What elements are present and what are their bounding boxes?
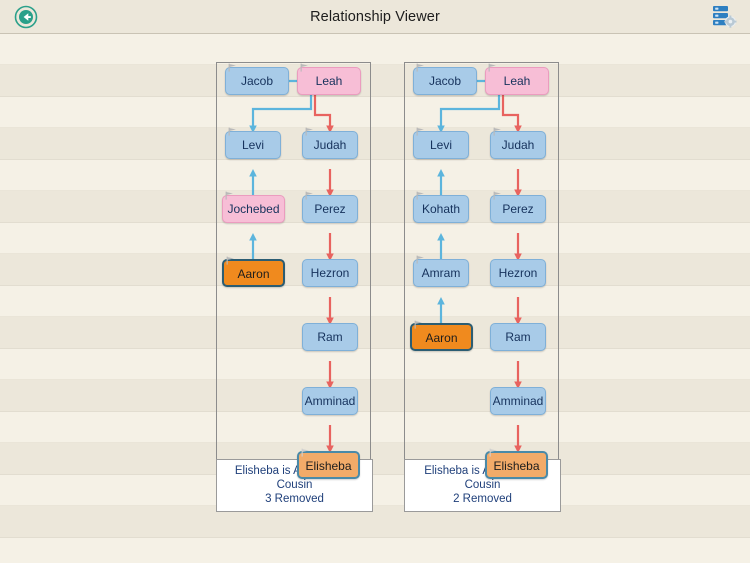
node-marker-icon [305, 127, 313, 136]
node-amminad[interactable]: Amminad [490, 387, 546, 415]
node-marker-icon [225, 191, 233, 200]
node-marker-icon [416, 127, 424, 136]
node-label: Judah [501, 138, 535, 152]
node-marker-icon [300, 63, 308, 72]
node-label: Aaron [425, 331, 458, 345]
node-label: Elisheba [305, 459, 352, 473]
node-label: Amram [421, 266, 461, 280]
node-kohath[interactable]: Kohath [413, 191, 469, 223]
node-marker-icon [414, 320, 422, 329]
node-marker-icon [493, 191, 501, 200]
node-marker-icon [301, 448, 309, 457]
database-settings-button[interactable] [710, 4, 738, 30]
arrowhead-jochebed [249, 233, 257, 241]
node-label: Aaron [237, 267, 270, 281]
node-marker-icon [489, 448, 497, 457]
node-label: Ram [317, 330, 343, 344]
node-judah[interactable]: Judah [490, 127, 546, 159]
left-relationship-chart-panel[interactable]: Jacob Leah Levi Judah Jochebed Perez Aar… [216, 62, 373, 512]
node-hezron[interactable]: Hezron [490, 259, 546, 287]
node-label: Kohath [421, 202, 461, 216]
arrowhead-kohath [437, 233, 445, 241]
node-label: Leah [503, 74, 531, 88]
node-judah[interactable]: Judah [302, 127, 358, 159]
node-elisheba-highlighted[interactable]: Elisheba [485, 448, 548, 479]
node-label: Hezron [498, 266, 538, 280]
node-marker-icon [416, 255, 424, 264]
node-aaron-highlighted[interactable]: Aaron [410, 320, 473, 351]
node-label: Leah [315, 74, 343, 88]
node-marker-icon [493, 127, 501, 136]
node-levi[interactable]: Levi [413, 127, 469, 159]
node-label: Jochebed [227, 202, 280, 216]
node-levi[interactable]: Levi [225, 127, 281, 159]
top-toolbar: Relationship Viewer [0, 0, 750, 34]
node-label: Hezron [310, 266, 350, 280]
node-label: Judah [313, 138, 347, 152]
node-label: Perez [314, 202, 346, 216]
node-label: Elisheba [493, 459, 540, 473]
node-jacob[interactable]: Jacob [413, 63, 477, 95]
striped-background [0, 34, 750, 563]
node-jacob[interactable]: Jacob [225, 63, 289, 95]
node-marker-icon [488, 63, 496, 72]
node-aaron-highlighted[interactable]: Aaron [222, 256, 285, 287]
node-ram[interactable]: Ram [490, 323, 546, 351]
node-label: Perez [502, 202, 534, 216]
node-leah[interactable]: Leah [485, 63, 549, 95]
arrowhead-levi-2 [249, 169, 257, 177]
node-label: Ram [505, 330, 531, 344]
caption-line-2: 3 Removed [265, 493, 324, 505]
node-hezron[interactable]: Hezron [302, 259, 358, 287]
node-marker-icon [416, 63, 424, 72]
node-elisheba-highlighted[interactable]: Elisheba [297, 448, 360, 479]
node-marker-icon [228, 127, 236, 136]
relationship-viewer-screen: Relationship Viewer Jacob Leah Levi Juda… [0, 0, 750, 563]
node-label: Jacob [240, 74, 274, 88]
page-title: Relationship Viewer [310, 9, 440, 25]
node-perez[interactable]: Perez [302, 191, 358, 223]
node-marker-icon [305, 191, 313, 200]
node-amram[interactable]: Amram [413, 255, 469, 287]
node-amminad[interactable]: Amminad [302, 387, 358, 415]
node-label: Amminad [492, 394, 544, 408]
caption-line-2: 2 Removed [453, 493, 512, 505]
node-perez[interactable]: Perez [490, 191, 546, 223]
node-marker-icon [228, 63, 236, 72]
node-marker-icon [226, 256, 234, 265]
arrowhead-levi-2 [437, 169, 445, 177]
node-label: Jacob [428, 74, 462, 88]
node-marker-icon [416, 191, 424, 200]
database-gear-icon [713, 6, 737, 28]
node-label: Amminad [304, 394, 356, 408]
arrowhead-amram [437, 297, 445, 305]
node-jochebed[interactable]: Jochebed [222, 191, 285, 223]
node-leah[interactable]: Leah [297, 63, 361, 95]
right-relationship-chart-panel[interactable]: Jacob Leah Levi Judah Kohath Perez Amram… [404, 62, 561, 512]
node-label: Levi [429, 138, 452, 152]
node-label: Levi [241, 138, 264, 152]
node-ram[interactable]: Ram [302, 323, 358, 351]
